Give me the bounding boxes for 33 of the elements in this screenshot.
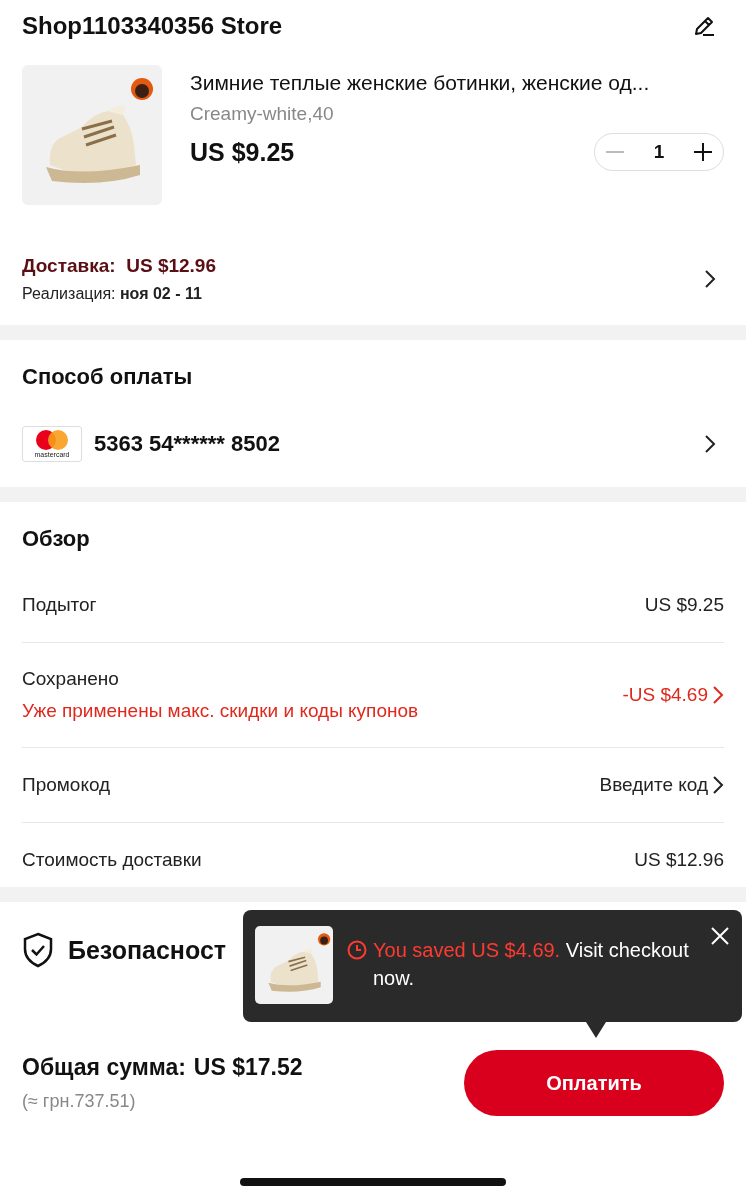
- toast-pointer: [586, 1022, 606, 1038]
- summary-label: Стоимость доставки: [22, 849, 202, 871]
- shield-check-icon: [22, 932, 54, 968]
- summary-label: Сохранено: [22, 668, 120, 690]
- chevron-right-icon: [704, 269, 716, 289]
- summary-value: US $12.96: [634, 849, 724, 871]
- store-name: Shop1103340356 Store: [22, 12, 283, 40]
- product-price: US $9.25: [190, 137, 295, 167]
- clock-icon: [347, 940, 367, 960]
- discount-note: Уже применены макс. скидки и коды купонов: [22, 700, 419, 722]
- discount-value[interactable]: -US $4.69: [622, 684, 724, 706]
- delivery-date: Реализация: ноя 02 - 11: [22, 285, 203, 303]
- section-title: Обзор: [22, 526, 91, 552]
- promo-code-link[interactable]: Введите код: [599, 774, 724, 796]
- plus-icon[interactable]: [693, 142, 713, 162]
- summary-label: Промокод: [22, 774, 111, 796]
- toast-message: You saved US $4.69. Visit checkout now.: [373, 938, 690, 991]
- product-title[interactable]: Зимние теплые женские ботинки, женские од...: [190, 71, 724, 95]
- section-title: Безопасност: [68, 935, 227, 965]
- total-amount: Общая сумма: US $17.52: [22, 1054, 303, 1081]
- quantity-value: 1: [653, 141, 665, 163]
- chevron-right-icon: [712, 685, 724, 705]
- chevron-right-icon: [712, 775, 724, 795]
- summary-value: US $9.25: [644, 594, 724, 616]
- pay-button[interactable]: Оплатить: [464, 1050, 724, 1116]
- chevron-right-icon: [704, 434, 716, 454]
- delivery-price: Доставка: US $12.96: [22, 255, 216, 277]
- summary-label: Подытог: [22, 594, 97, 616]
- converted-total: (≈ грн.737.51): [22, 1091, 137, 1112]
- pencil-icon[interactable]: [692, 14, 716, 38]
- section-title: Способ оплаты: [22, 364, 194, 390]
- product-variant: Creamy-white,40: [190, 103, 335, 125]
- card-number: 5363 54****** 8502: [94, 431, 280, 457]
